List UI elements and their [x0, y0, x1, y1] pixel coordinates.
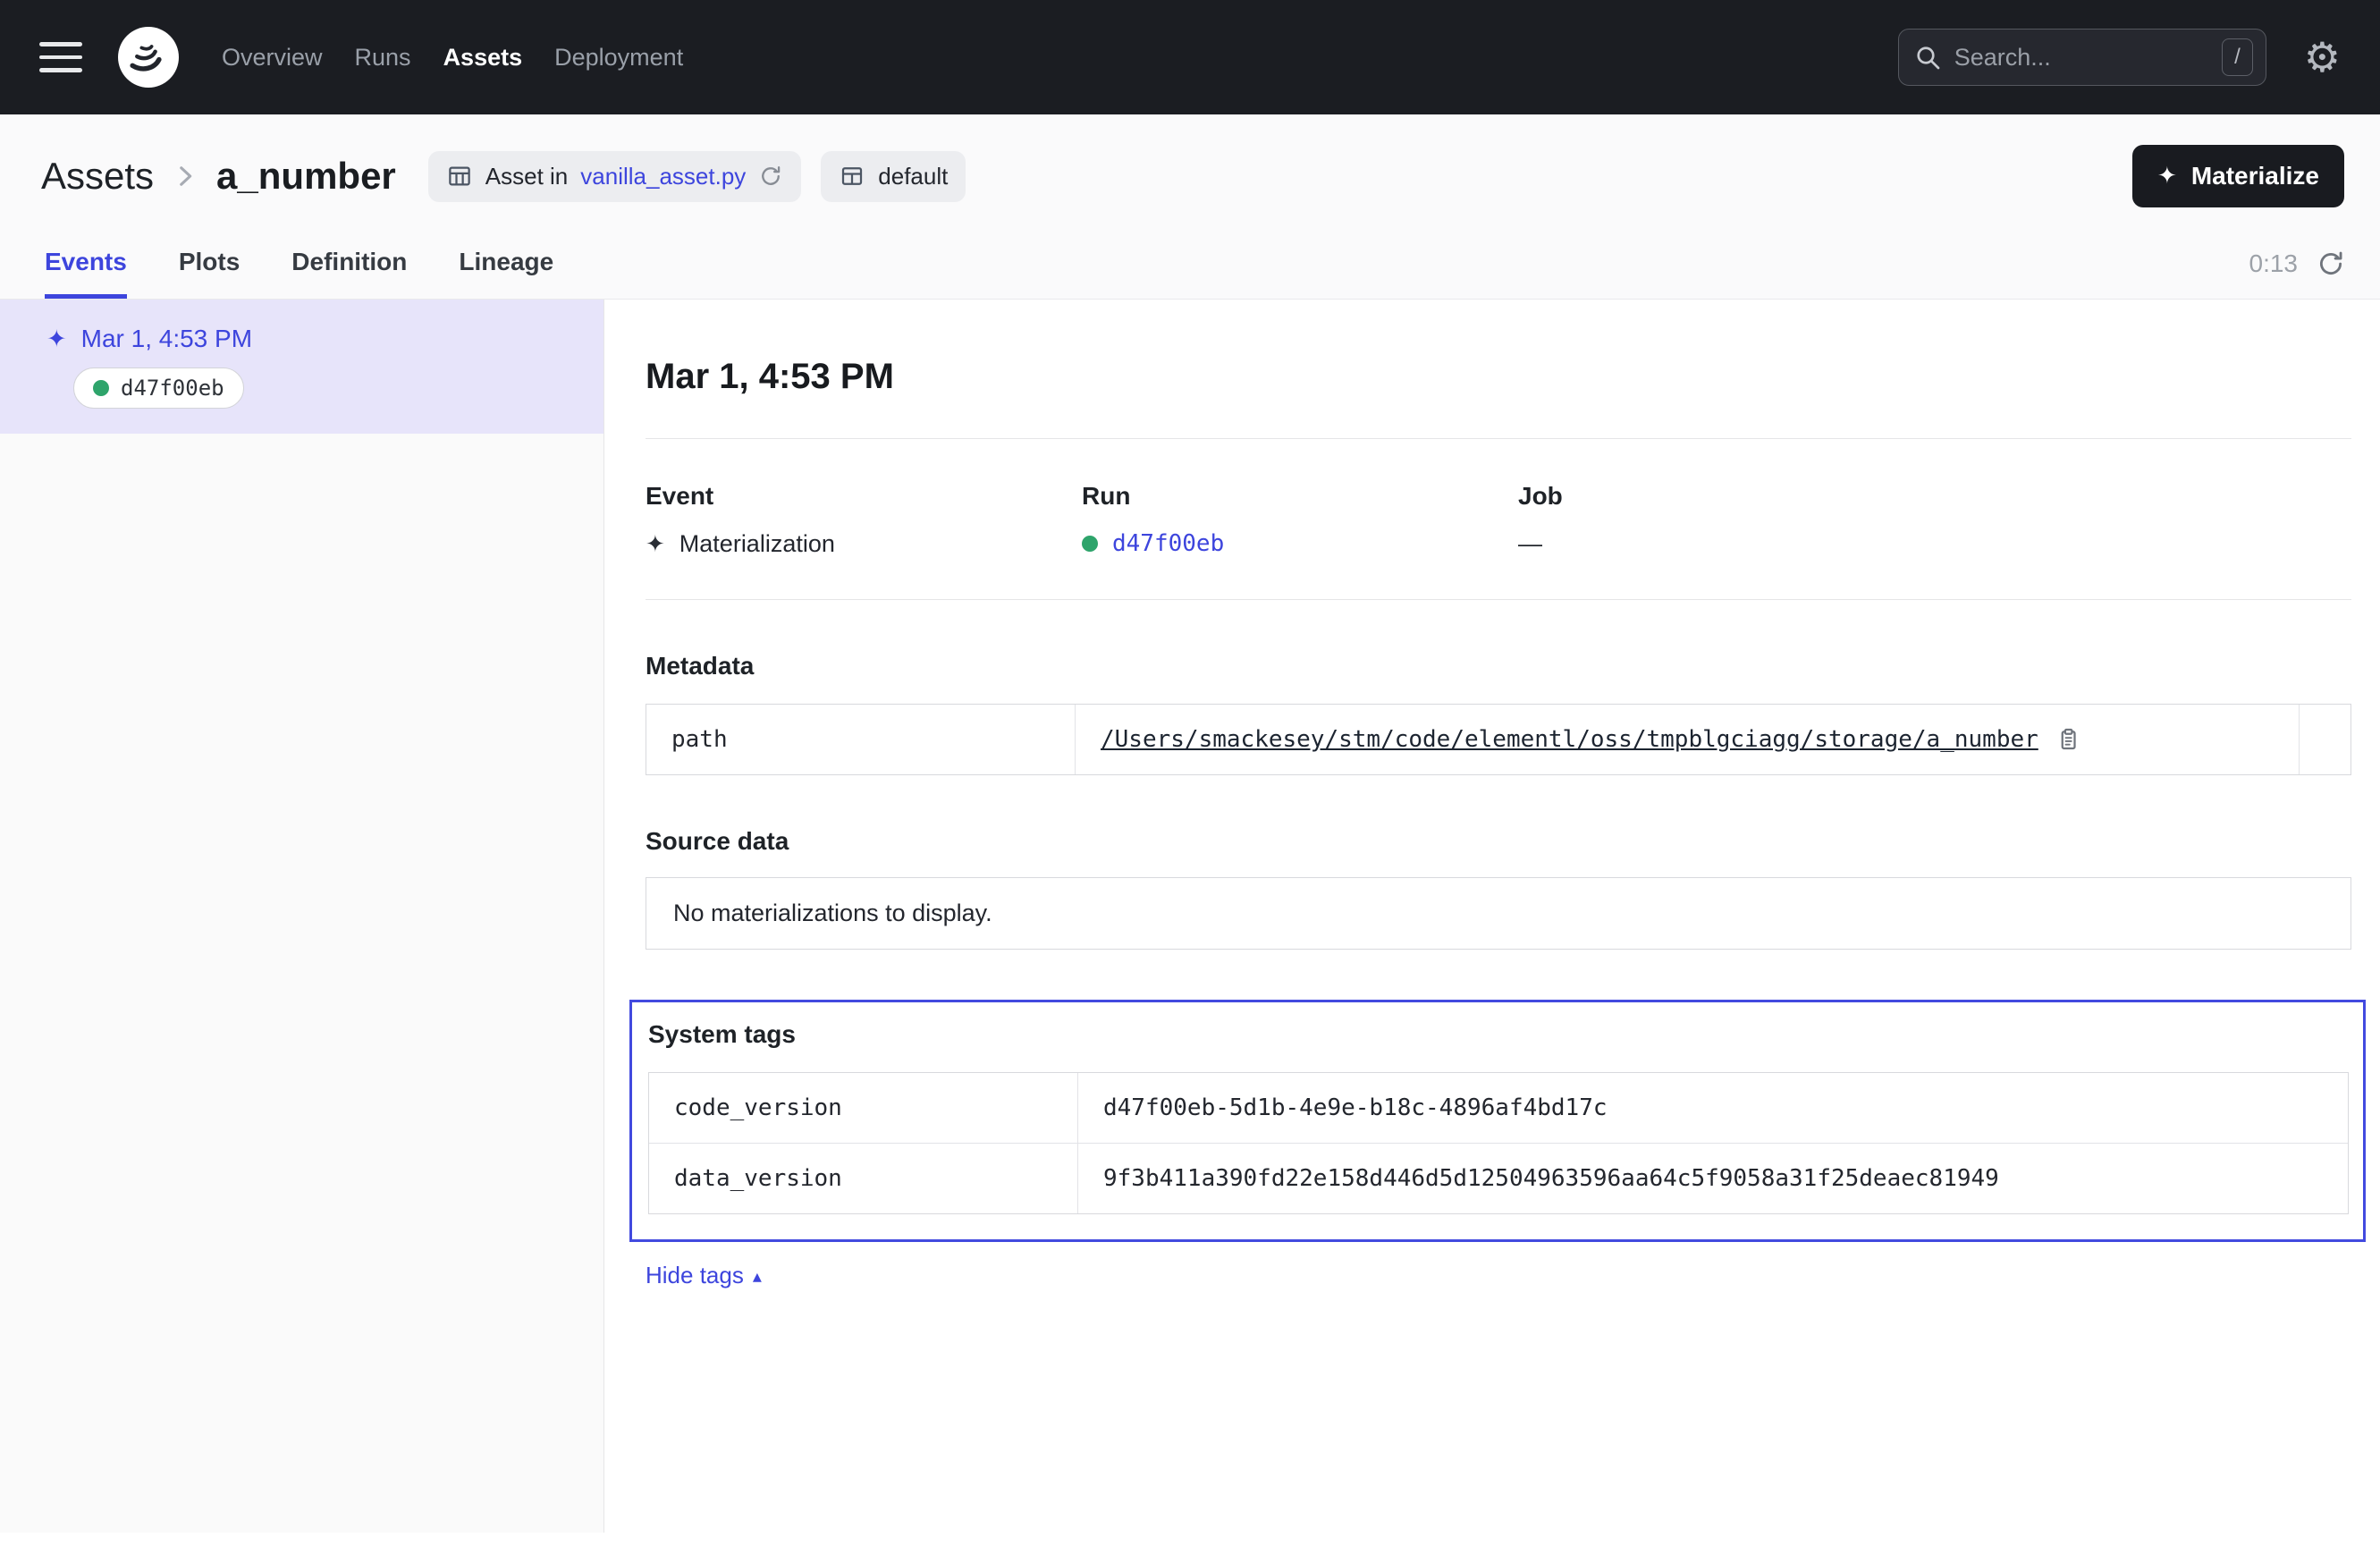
settings-icon[interactable]: ⚙︎ — [2304, 37, 2341, 78]
search-icon — [1913, 43, 1942, 72]
materialize-icon: ✦ — [2157, 165, 2177, 188]
nav-item-overview[interactable]: Overview — [222, 44, 323, 72]
breadcrumb-assets-link[interactable]: Assets — [41, 155, 154, 198]
system-tags-highlight: System tags code_version d47f00eb-5d1b-4… — [629, 1000, 2366, 1242]
asset-table-icon — [446, 163, 473, 190]
copy-icon[interactable] — [2055, 726, 2081, 753]
main-nav: Overview Runs Assets Deployment — [222, 44, 683, 72]
page-title: a_number — [216, 155, 396, 198]
metadata-path-link[interactable]: /Users/smackesey/stm/code/elementl/oss/t… — [1101, 726, 2038, 753]
tag-value: 9f3b411a390fd22e158d446d5d12504963596aa6… — [1078, 1144, 2348, 1213]
status-dot — [93, 380, 109, 396]
tag-value: d47f00eb-5d1b-4e9e-b18c-4896af4bd17c — [1078, 1073, 2348, 1143]
run-id-link[interactable]: d47f00eb — [1112, 530, 1224, 557]
search-input[interactable] — [1954, 44, 2222, 72]
event-type-value: Materialization — [679, 530, 835, 558]
materialize-button-label: Materialize — [2191, 162, 2319, 190]
dagster-logo[interactable] — [118, 27, 179, 88]
search-box[interactable]: / — [1898, 29, 2266, 86]
asset-in-label: Asset in — [485, 163, 569, 190]
caret-up-icon: ▴ — [753, 1267, 762, 1285]
tab-definition[interactable]: Definition — [291, 248, 407, 299]
run-label: Run — [1082, 482, 1518, 511]
top-navbar: Overview Runs Assets Deployment / ⚙︎ — [0, 0, 2380, 114]
source-data-empty-box: No materializations to display. — [646, 877, 2351, 950]
group-badge-label: default — [878, 163, 948, 190]
summary-job-col: Job — — [1518, 482, 2351, 558]
event-icon: ✦ — [46, 327, 67, 351]
event-summary: Event ✦ Materialization Run d47f00eb Job… — [646, 482, 2351, 558]
breadcrumb: Assets a_number — [41, 155, 396, 198]
metadata-key: path — [646, 705, 1076, 774]
metadata-heading: Metadata — [646, 652, 2351, 680]
events-sidebar: ✦ Mar 1, 4:53 PM d47f00eb — [0, 300, 604, 1533]
tag-key: code_version — [649, 1073, 1078, 1143]
tab-events[interactable]: Events — [45, 248, 127, 299]
page-header: Assets a_number Asset in vanilla_asset.p… — [0, 114, 2380, 300]
tab-lineage[interactable]: Lineage — [459, 248, 553, 299]
summary-run-col: Run d47f00eb — [1082, 482, 1518, 558]
run-status-dot — [1082, 536, 1098, 552]
run-pill-id: d47f00eb — [121, 376, 224, 401]
system-tags-heading: System tags — [648, 1020, 2349, 1049]
hide-tags-label: Hide tags — [646, 1262, 744, 1289]
metadata-row-end-cell — [2299, 705, 2350, 774]
table-row: path /Users/smackesey/stm/code/elementl/… — [646, 705, 2350, 774]
group-badge[interactable]: default — [821, 151, 966, 202]
job-label: Job — [1518, 482, 2351, 511]
nav-item-runs[interactable]: Runs — [355, 44, 411, 72]
reload-icon[interactable] — [758, 164, 783, 189]
event-detail-panel: Mar 1, 4:53 PM Event ✦ Materialization R… — [604, 300, 2380, 1533]
materialize-button[interactable]: ✦ Materialize — [2132, 145, 2344, 207]
run-pill[interactable]: d47f00eb — [73, 368, 244, 409]
asset-definition-badge: Asset in vanilla_asset.py — [428, 151, 802, 202]
system-tags-table: code_version d47f00eb-5d1b-4e9e-b18c-489… — [648, 1072, 2349, 1214]
tag-key: data_version — [649, 1144, 1078, 1213]
group-icon — [839, 163, 865, 190]
asset-file-link[interactable]: vanilla_asset.py — [580, 163, 746, 190]
event-list-item[interactable]: ✦ Mar 1, 4:53 PM d47f00eb — [0, 300, 603, 434]
refresh-timer: 0:13 — [2249, 249, 2299, 278]
tab-plots[interactable]: Plots — [179, 248, 240, 299]
nav-item-deployment[interactable]: Deployment — [554, 44, 683, 72]
hide-tags-link[interactable]: Hide tags ▴ — [646, 1262, 762, 1289]
event-detail-title: Mar 1, 4:53 PM — [646, 357, 2351, 397]
job-value: — — [1518, 530, 1542, 558]
breadcrumb-chevron-icon — [170, 161, 200, 191]
table-row: data_version 9f3b411a390fd22e158d446d5d1… — [649, 1143, 2348, 1213]
refresh-icon[interactable] — [2316, 249, 2346, 279]
nav-item-assets[interactable]: Assets — [443, 44, 523, 72]
summary-event-col: Event ✦ Materialization — [646, 482, 1082, 558]
menu-icon[interactable] — [39, 42, 82, 72]
table-row: code_version d47f00eb-5d1b-4e9e-b18c-489… — [649, 1073, 2348, 1143]
search-shortcut-badge: / — [2222, 38, 2253, 75]
event-time-label: Mar 1, 4:53 PM — [81, 325, 252, 353]
materialization-icon: ✦ — [646, 533, 665, 556]
source-data-heading: Source data — [646, 827, 2351, 856]
source-data-empty-message: No materializations to display. — [673, 900, 992, 926]
event-label: Event — [646, 482, 1082, 511]
tab-bar: Events Plots Definition Lineage 0:13 — [0, 216, 2380, 299]
metadata-table: path /Users/smackesey/stm/code/elementl/… — [646, 704, 2351, 775]
